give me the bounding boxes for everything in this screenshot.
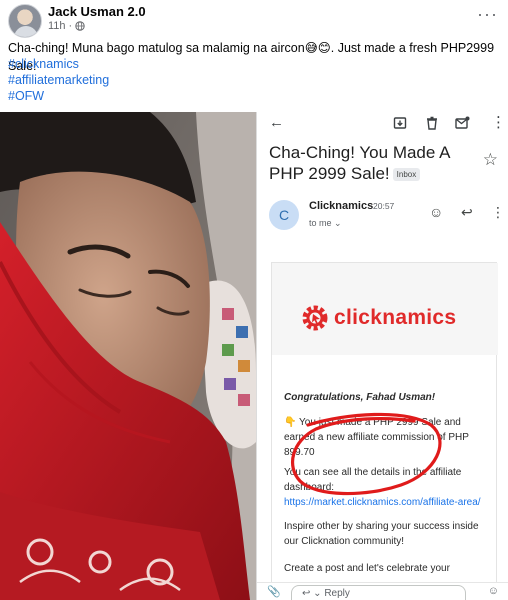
sender-name[interactable]: Clicknamics [309, 200, 373, 212]
globe-icon [75, 21, 85, 31]
post-author[interactable]: Jack Usman 2.0 [48, 4, 146, 19]
emoji-icon[interactable]: ☺ [488, 585, 499, 597]
post-text: Cha-ching! Muna bago matulog sa malamig … [8, 41, 495, 73]
avatar[interactable] [8, 4, 42, 38]
sender-avatar[interactable]: C [269, 200, 299, 230]
post-header: Jack Usman 2.0 11h · ··· [0, 0, 508, 44]
inbox-label[interactable]: Inbox [392, 168, 421, 181]
back-arrow-icon[interactable]: ← [269, 115, 284, 131]
dashboard-text: You can see all the details in the affil… [284, 467, 462, 493]
reply-icon[interactable]: ↩ [461, 204, 473, 221]
avatar-figure [14, 26, 38, 37]
community-message: Inspire other by sharing your success in… [284, 521, 479, 547]
hashtag-clicknamics[interactable]: #clicknamics [8, 57, 79, 71]
overflow-menu-icon[interactable]: ⋮ [491, 115, 506, 131]
photo-illustration [0, 112, 256, 600]
reply-input[interactable]: ↩ ⌄ Reply [291, 585, 466, 600]
trash-icon[interactable] [425, 116, 439, 130]
compose-bar: 📎 ↩ ⌄ Reply ☺ [257, 582, 508, 600]
email-screenshot[interactable]: ← ⋮ Cha-Ching! You Made A PHP 2999 Sale!… [256, 112, 508, 600]
archive-icon[interactable] [393, 116, 407, 130]
celebrate-message: Create a post and let's celebrate your [284, 563, 450, 574]
more-horizontal-icon[interactable]: ··· [477, 4, 498, 25]
hashtag-affiliatemarketing[interactable]: #affiliatemarketing [8, 73, 109, 87]
reply-placeholder: Reply [324, 588, 350, 599]
attach-icon[interactable]: 📎 [267, 585, 281, 598]
brand-name: clicknamics [334, 306, 457, 329]
mark-unread-icon[interactable] [455, 116, 470, 130]
sale-message: 👇 You just made a PHP 2999 Sale and earn… [284, 417, 469, 458]
photo-sleeping-man[interactable] [0, 112, 256, 600]
hashtag-ofw[interactable]: #OFW [8, 89, 44, 103]
email-toolbar: ← ⋮ [257, 112, 508, 136]
reply-arrow-icon: ↩ ⌄ [302, 588, 325, 599]
post-time[interactable]: 11h [48, 20, 66, 32]
email-time: 20:57 [373, 201, 395, 211]
affiliate-dashboard-link[interactable]: https://market.clicknamics.com/affiliate… [284, 497, 481, 508]
star-icon[interactable]: ☆ [483, 150, 498, 170]
email-subject: Cha-Ching! You Made A PHP 2999 Sale! Inbo… [269, 142, 484, 184]
email-subject-text: Cha-Ching! You Made A PHP 2999 Sale! [269, 143, 450, 183]
clicknamics-gear-icon [302, 305, 328, 331]
emoji-reaction-icon[interactable]: ☺ [429, 204, 443, 220]
greeting: Congratulations, Fahad Usman! [284, 392, 436, 403]
post-meta: 11h · [48, 20, 85, 32]
email-body-card: clicknamics Congratulations, Fahad Usman… [271, 262, 498, 600]
message-menu-icon[interactable]: ⋮ [491, 204, 505, 221]
dashboard-message: You can see all the details in the affil… [284, 465, 489, 510]
recipient-toggle[interactable]: to me ⌄ [309, 218, 342, 229]
clicknamics-logo[interactable]: clicknamics [300, 303, 456, 333]
brand-header: clicknamics [272, 263, 498, 355]
